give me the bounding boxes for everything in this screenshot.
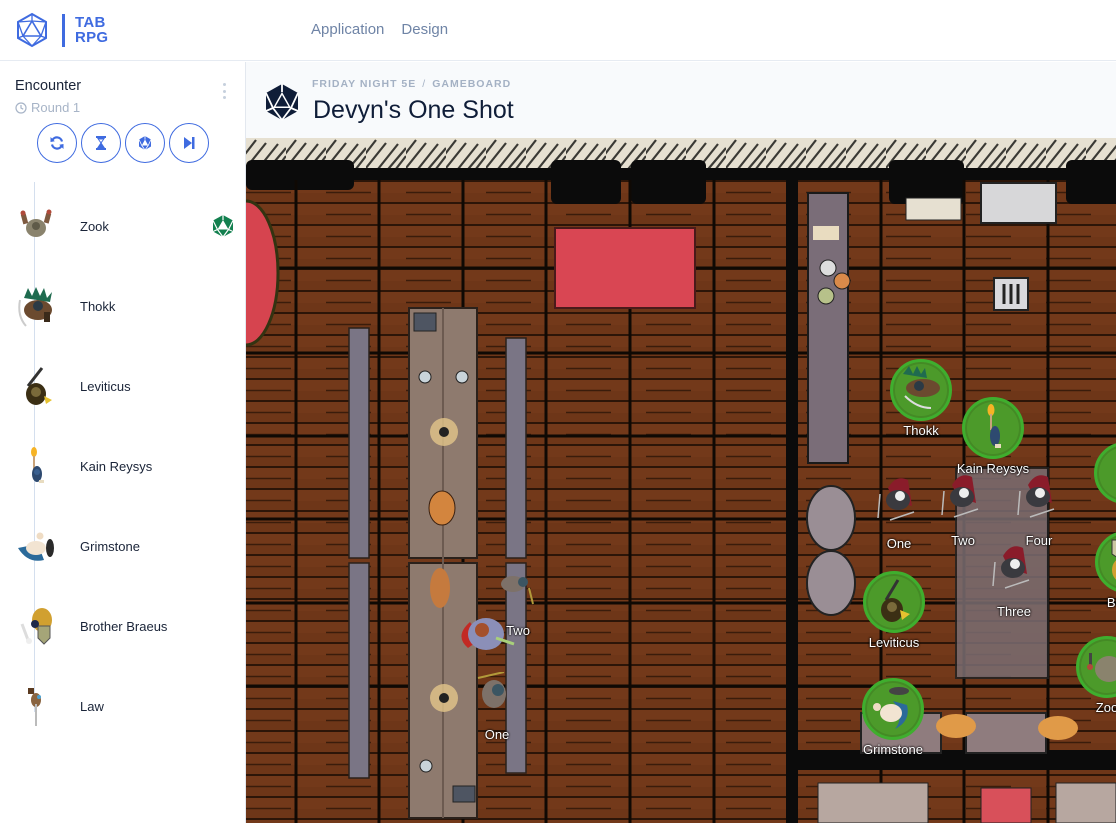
player-token[interactable] [1076, 636, 1116, 698]
leviticus-token-icon [881, 579, 910, 622]
next-turn-icon [184, 137, 195, 149]
player-token[interactable] [890, 359, 952, 421]
d20-icon [138, 136, 152, 151]
thokk-token-icon [903, 366, 940, 409]
enemy-token[interactable] [989, 542, 1035, 594]
combatant-name: Kain Reysys [80, 458, 153, 474]
grimstone-avatar [18, 532, 54, 561]
breadcrumb-campaign[interactable]: FRIDAY NIGHT 5E [312, 78, 416, 90]
delay-button[interactable] [81, 123, 121, 163]
d20-logo-icon [17, 12, 47, 48]
zook-avatar [20, 209, 52, 237]
tavern-map [246, 138, 1116, 823]
enemy-token[interactable] [1014, 471, 1060, 523]
breadcrumb-separator: / [422, 78, 427, 90]
combatant-item[interactable]: Leviticus [0, 346, 245, 426]
law-avatar [28, 688, 41, 726]
combatant-item[interactable]: Brother Braeus [0, 586, 245, 666]
top-nav: Application Design [311, 21, 448, 38]
round-label: Round 1 [31, 100, 81, 115]
breadcrumb-gameboard[interactable]: GAMEBOARD [432, 78, 511, 90]
reroll-button[interactable] [37, 123, 77, 163]
logo-line-2: RPG [75, 29, 109, 46]
round-indicator: Round 1 [15, 100, 80, 115]
token-label: Zoo [1095, 700, 1116, 715]
page-title: Devyn's One Shot [313, 96, 514, 124]
token-label: Two [506, 623, 530, 638]
clock-icon [15, 101, 27, 114]
nav-application[interactable]: Application [311, 21, 384, 38]
combatant-name: Thokk [80, 298, 116, 314]
active-turn-d20-icon [212, 215, 234, 238]
logo-wordmark: TAB RPG [75, 15, 108, 45]
enemy-token[interactable] [874, 474, 920, 526]
token-label: One [484, 727, 510, 742]
logo-divider [62, 13, 65, 47]
cloaked-enemy-icon [1017, 475, 1055, 518]
combatant-name: Zook [80, 218, 109, 234]
nav-design[interactable]: Design [401, 21, 448, 38]
logo-line-1: TAB [75, 14, 106, 31]
wizard-token-icon[interactable] [450, 608, 520, 668]
combatant-item[interactable]: Thokk [0, 266, 245, 346]
player-token[interactable] [863, 571, 925, 633]
breadcrumb: FRIDAY NIGHT 5E / GAMEBOARD [312, 78, 511, 90]
cloaked-enemy-icon [992, 546, 1030, 589]
combatant-item[interactable]: Kain Reysys [0, 426, 245, 506]
enemy-token[interactable] [938, 471, 984, 523]
combatant-name: Brother Braeus [80, 618, 168, 634]
brother-braeus-avatar [20, 608, 52, 645]
player-token[interactable] [1095, 531, 1116, 593]
app-logo[interactable]: TAB RPG [14, 12, 108, 48]
combatant-name: Grimstone [80, 538, 140, 554]
token-label: One [886, 536, 912, 551]
player-token[interactable] [962, 397, 1024, 459]
encounter-sidebar: Encounter Round 1 Zook Thokk Leviticus K… [0, 62, 246, 823]
hourglass-icon [96, 136, 106, 150]
token-label: Thokk [903, 423, 939, 438]
next-turn-button[interactable] [169, 123, 209, 163]
combatant-item[interactable]: Grimstone [0, 506, 245, 586]
thokk-avatar [18, 287, 52, 327]
cloaked-enemy-icon [941, 475, 979, 518]
kain-reysys-avatar [31, 447, 44, 483]
token-label: Grimstone [863, 742, 923, 757]
kain-reysys-token-icon [987, 404, 1001, 448]
token-label: Brothe [1106, 595, 1116, 610]
leviticus-avatar [26, 367, 52, 405]
campaign-d20-icon [265, 84, 299, 121]
zook-token-icon [1087, 653, 1116, 682]
token-label: Two [951, 533, 975, 548]
creature-token[interactable] [474, 671, 520, 724]
combatant-item[interactable]: Zook [0, 186, 245, 266]
combatant-item[interactable]: Law [0, 666, 245, 746]
brother-braeus-token-icon [1111, 539, 1116, 580]
token-label: Three [997, 604, 1031, 619]
cloaked-enemy-icon [877, 478, 915, 521]
encounter-controls [37, 123, 209, 163]
combatant-name: Leviticus [80, 378, 131, 394]
top-bar: TAB RPG Application Design [0, 0, 1116, 61]
grimstone-token-icon [873, 687, 909, 729]
more-options-icon[interactable] [221, 83, 227, 99]
encounter-title: Encounter [15, 78, 82, 94]
creature-icon [477, 671, 506, 708]
refresh-icon [50, 136, 64, 150]
game-board[interactable]: Thokk Kain Reysys Leviticus Grimstone Br… [246, 138, 1116, 823]
combatant-name: Law [80, 698, 104, 714]
roll-dice-button[interactable] [125, 123, 165, 163]
player-token[interactable] [862, 678, 924, 740]
token-label: Leviticus [868, 635, 920, 650]
